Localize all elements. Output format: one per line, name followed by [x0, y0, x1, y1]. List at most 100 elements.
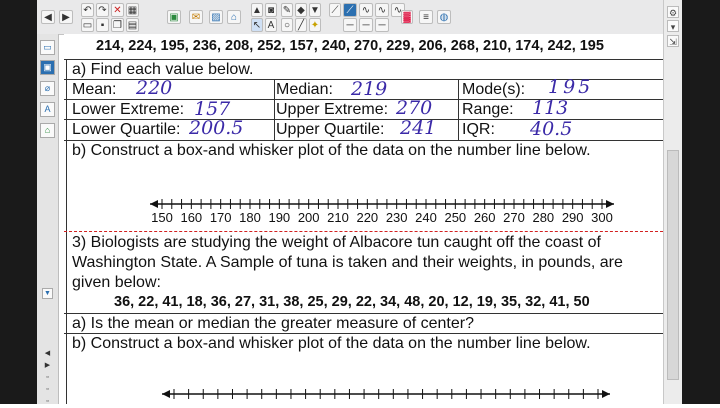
line-width-icon[interactable]: ≡	[419, 10, 433, 24]
tick-label: 180	[239, 210, 261, 225]
construct-boxplot-prompt-2: b) Construct a box-and whisker plot of t…	[72, 335, 591, 352]
media-icon[interactable]: ✉	[189, 10, 203, 24]
forward-icon[interactable]: ▶	[59, 10, 73, 24]
worksheet-page: 214, 224, 195, 236, 208, 252, 157, 240, …	[64, 34, 663, 404]
screen-icon[interactable]: ▣	[167, 10, 181, 24]
redo-icon[interactable]: ↷	[96, 3, 109, 17]
text-icon[interactable]: A	[265, 18, 277, 32]
pen-style-3-icon[interactable]: ∿	[359, 3, 373, 17]
grid-icon[interactable]: ▤	[126, 18, 139, 32]
camera-icon[interactable]: ◙	[265, 3, 277, 17]
gallery-tab-icon[interactable]: ▣	[40, 60, 55, 75]
upper-quartile-label: Upper Quartile:	[276, 121, 385, 138]
tick-label: 230	[386, 210, 408, 225]
settings-icon[interactable]: ⚙	[667, 6, 679, 18]
construct-boxplot-prompt: b) Construct a box-and whisker plot of t…	[72, 142, 591, 159]
tick-label: 260	[474, 210, 496, 225]
properties-icon[interactable]: ◍	[437, 10, 451, 24]
upper-extreme-answer: 270	[396, 97, 433, 119]
median-label: Median:	[276, 81, 333, 98]
table-rule	[64, 333, 663, 334]
mean-median-prompt: a) Is the mean or median the greater mea…	[72, 315, 474, 332]
addons-icon[interactable]: ⌂	[40, 123, 55, 138]
problem3-text-line2: Washington State. A Sample of tuna is ta…	[72, 254, 623, 271]
nav-page-3-icon[interactable]: ▫	[42, 398, 53, 408]
save-icon[interactable]: ▪	[96, 18, 109, 32]
lower-extreme-label: Lower Extreme:	[72, 101, 185, 118]
pointer-icon[interactable]: ↖	[251, 18, 263, 32]
properties-tab-icon[interactable]: A	[40, 102, 55, 117]
fill-icon[interactable]: ▼	[309, 3, 321, 17]
nav-page-1-icon[interactable]: ▫	[42, 374, 53, 384]
nav-page-2-icon[interactable]: ▫	[42, 386, 53, 396]
right-black-border	[681, 0, 720, 404]
pen-style-6-icon[interactable]: ─	[343, 18, 357, 32]
tick-label: 170	[210, 210, 232, 225]
table-rule	[64, 119, 663, 120]
table-icon[interactable]: ▦	[126, 3, 139, 17]
eraser-icon[interactable]: ◆	[295, 3, 307, 17]
arrow-right-icon	[606, 200, 614, 208]
dropdown-icon[interactable]: ▾	[667, 20, 679, 32]
pen-style-1-icon[interactable]: ⟋	[329, 3, 341, 17]
expand-icon[interactable]: ⇲	[667, 35, 679, 47]
home-icon[interactable]: ⌂	[227, 10, 241, 24]
tick-label: 210	[327, 210, 349, 225]
magic-pen-icon[interactable]: ✦	[309, 18, 321, 32]
nav-forward-icon[interactable]: ▶	[42, 362, 53, 372]
collapse-icon[interactable]: ▼	[42, 288, 53, 299]
lower-quartile-label: Lower Quartile:	[72, 121, 181, 138]
table-rule	[64, 59, 663, 60]
tick-label: 220	[356, 210, 378, 225]
pen-style-2-icon[interactable]: ⟋	[343, 3, 357, 17]
pen-style-4-icon[interactable]: ∿	[375, 3, 389, 17]
tick-label: 240	[415, 210, 437, 225]
tick-label: 160	[180, 210, 202, 225]
iqr-answer: 40.5	[530, 118, 573, 140]
arrow-left-icon	[162, 390, 170, 398]
line-icon[interactable]: ╱	[295, 18, 307, 32]
attachments-icon[interactable]: ⌀	[40, 81, 55, 96]
table-rule	[64, 140, 663, 141]
scrollbar[interactable]	[667, 150, 679, 380]
page-sorter-icon[interactable]: ▭	[40, 40, 55, 55]
table-rule	[458, 79, 459, 140]
problem2-data-values: 214, 224, 195, 236, 208, 252, 157, 240, …	[96, 38, 604, 54]
median-answer: 219	[351, 78, 388, 100]
select-icon[interactable]: ▲	[251, 3, 263, 17]
number-line-2	[162, 389, 610, 399]
number-line-1: 150 160 170 180 190 200 210 220 230 240 250 260 270 2…	[150, 199, 614, 225]
left-black-border	[0, 0, 37, 404]
right-panel: ⚙ ▾ ⇲	[663, 0, 682, 404]
arrow-right-icon	[602, 390, 610, 398]
tick-label: 290	[562, 210, 584, 225]
palette-icon[interactable]: ▓	[401, 10, 413, 24]
range-label: Range:	[462, 101, 514, 118]
back-icon[interactable]: ◀	[41, 10, 55, 24]
nav-back-icon[interactable]: ◀	[42, 350, 53, 360]
tick-label: 200	[298, 210, 320, 225]
delete-icon[interactable]: ✕	[111, 3, 124, 17]
pen-style-8-icon[interactable]: ─	[375, 18, 389, 32]
tick-label: 190	[268, 210, 290, 225]
gallery-icon[interactable]: ▨	[209, 10, 223, 24]
iqr-label: IQR:	[462, 121, 495, 138]
mean-answer: 220	[136, 77, 173, 99]
section-divider	[64, 231, 663, 232]
page-icon[interactable]: ▭	[81, 18, 94, 32]
tick-label: 150	[151, 210, 173, 225]
toolbar: ◀ ▶ ↶ ↷ ✕ ▦ ▭ ▪ ❐ ▤ ▣ ✉ ▨ ⌂ ▲ ◙ ↖ A ✎ ◆ …	[37, 0, 681, 35]
table-rule	[64, 313, 663, 314]
undo-icon[interactable]: ↶	[81, 3, 94, 17]
pen-style-7-icon[interactable]: ─	[359, 18, 373, 32]
problem3-text-line1: 3) Biologists are studying the weight of…	[72, 234, 601, 251]
shape-icon[interactable]: ○	[281, 18, 293, 32]
tick-label: 300	[591, 210, 613, 225]
arrow-left-icon	[150, 200, 158, 208]
pen-icon[interactable]: ✎	[281, 3, 293, 17]
copy-icon[interactable]: ❐	[111, 18, 124, 32]
tick-label: 280	[532, 210, 554, 225]
lower-quartile-answer: 200.5	[189, 117, 244, 139]
upper-quartile-answer: 241	[400, 117, 437, 139]
table-rule	[274, 79, 275, 140]
